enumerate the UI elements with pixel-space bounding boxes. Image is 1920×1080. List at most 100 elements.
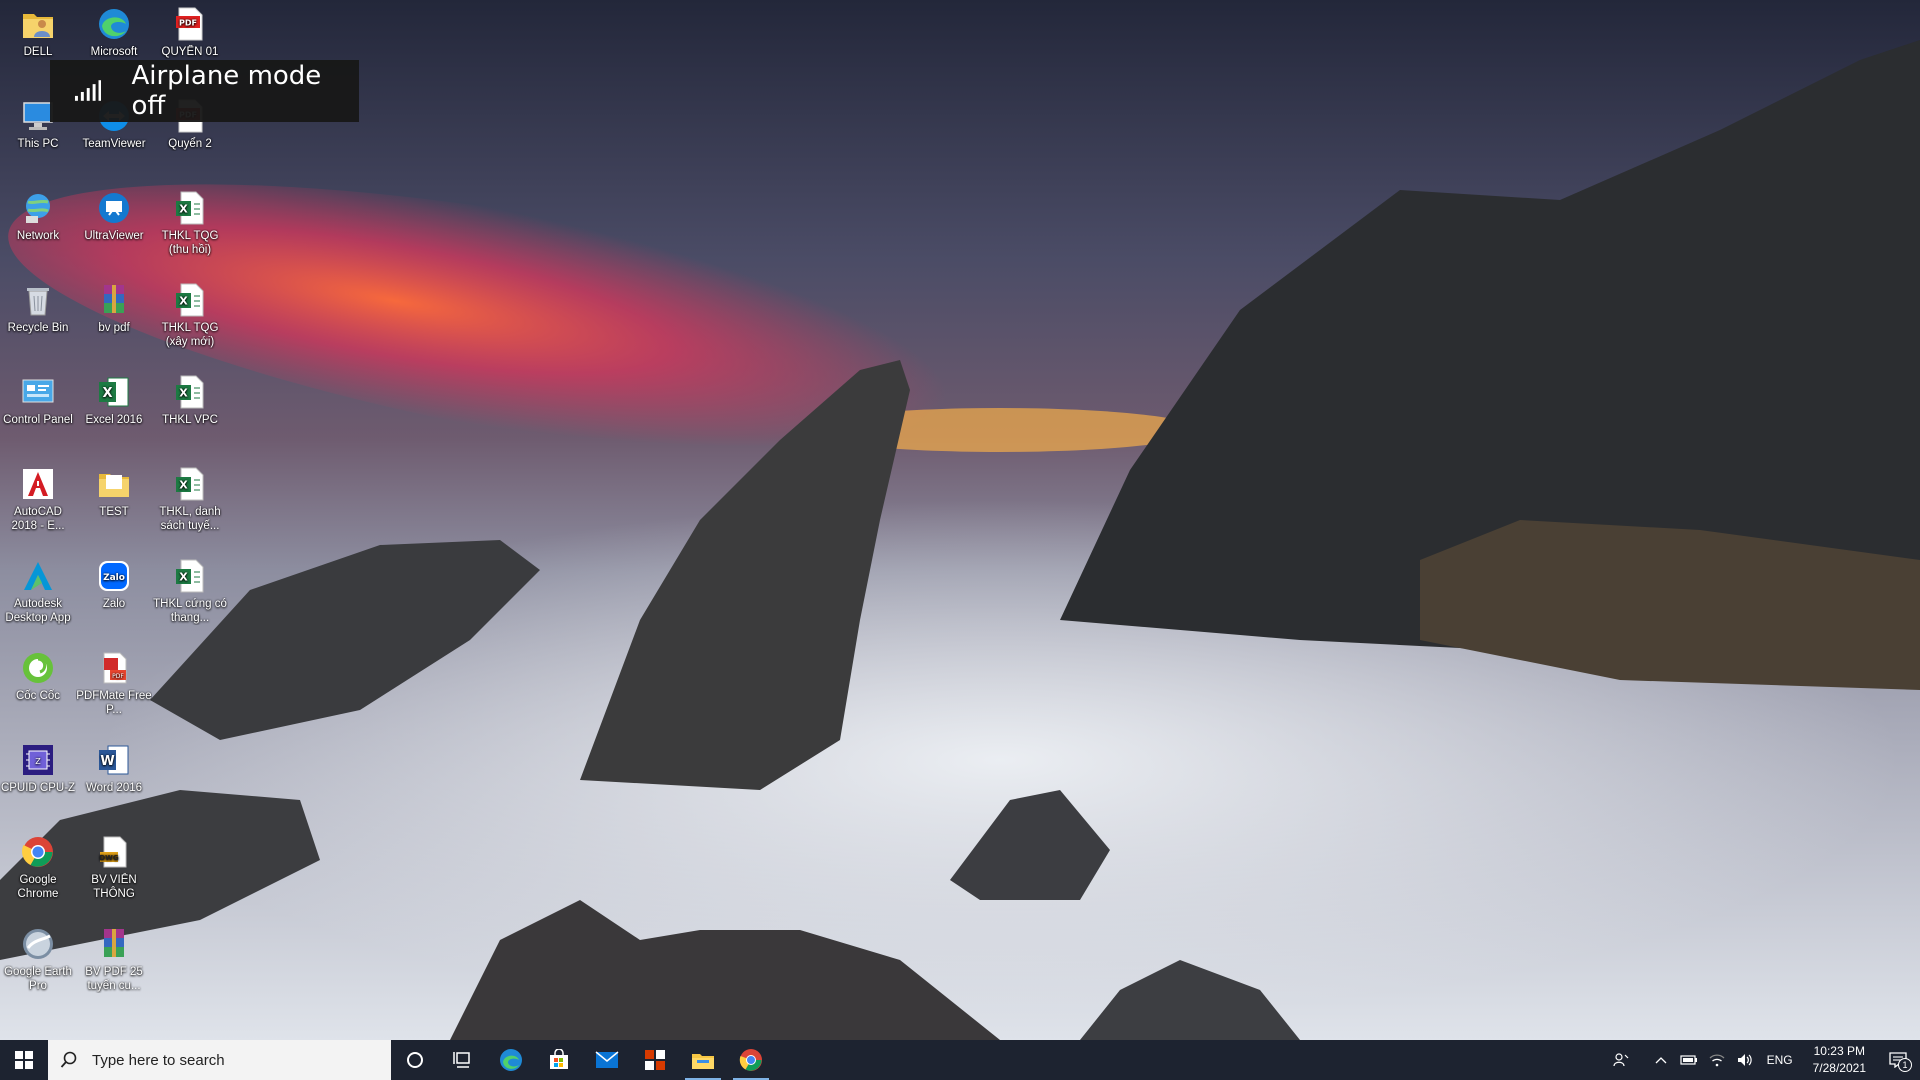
desktop-icon-label: Google Chrome <box>17 874 59 900</box>
desktop-icon-ultraviewer[interactable]: UltraViewer <box>76 188 152 243</box>
search-placeholder: Type here to search <box>92 1051 225 1069</box>
pdf-icon: PDF <box>172 6 208 42</box>
desktop-icon-label: Autodesk Desktop App <box>5 598 71 624</box>
desktop-icon-label: DELL <box>23 46 53 58</box>
desktop-icon-thkl-tqg-x-y-m-i[interactable]: X THKL TQG (xây mới) <box>152 280 228 349</box>
clock-date: 7/28/2021 <box>1812 1061 1866 1075</box>
people-icon <box>1612 1053 1629 1067</box>
task-view-button[interactable] <box>439 1040 487 1080</box>
action-center-button[interactable]: 1 <box>1878 1040 1918 1080</box>
desktop-icon-autocad-2018-e[interactable]: AutoCAD 2018 - E... <box>0 464 76 533</box>
desktop-icon-recycle-bin[interactable]: Recycle Bin <box>0 280 76 335</box>
desktop-icon-control-panel[interactable]: Control Panel <box>0 372 76 427</box>
desktop-icon-thkl-danh-s-ch-tuy[interactable]: X THKL, danh sách tuyế... <box>152 464 228 533</box>
word-icon: W <box>96 742 132 778</box>
winrar-icon <box>96 926 132 962</box>
clock[interactable]: 10:23 PM 7/28/2021 <box>1813 1043 1866 1077</box>
task-view-icon <box>453 1052 470 1068</box>
input-language[interactable]: ENG <box>1767 1053 1793 1067</box>
search-icon <box>60 1051 77 1068</box>
desktop-icon-label: Recycle Bin <box>7 322 69 334</box>
excel-file-icon: X <box>172 466 208 502</box>
chrome-icon <box>739 1049 762 1071</box>
desktop-icon-label: TEST <box>99 506 129 518</box>
store-taskbar-button[interactable] <box>535 1040 583 1080</box>
desktop-icon-word-2016[interactable]: W Word 2016 <box>76 740 152 795</box>
desktop-icon-label: Word 2016 <box>85 782 143 794</box>
show-hidden-icons-button[interactable] <box>1649 1040 1673 1080</box>
desktop-icon-autodesk-desktop-app[interactable]: Autodesk Desktop App <box>0 556 76 625</box>
desktop-icon-network[interactable]: Network <box>0 188 76 243</box>
chrome-icon <box>20 834 56 870</box>
desktop-icon-microsoft[interactable]: Microsoft <box>76 4 152 59</box>
dwg-file-icon: DWG <box>96 834 132 870</box>
desktop-icon-label: UltraViewer <box>84 230 144 242</box>
svg-text:X: X <box>179 387 188 400</box>
edge-taskbar-button[interactable] <box>487 1040 535 1080</box>
wifi-button[interactable] <box>1705 1040 1729 1080</box>
airplane-mode-notification: Airplane mode off <box>50 60 359 122</box>
desktop-icon-thkl-tqg-thu-h-i[interactable]: X THKL TQG (thu hồi) <box>152 188 228 257</box>
autocad-icon <box>20 466 56 502</box>
svg-text:X: X <box>179 479 188 492</box>
wifi-icon <box>1709 1054 1725 1067</box>
network-icon <box>20 190 56 226</box>
svg-text:PDF: PDF <box>179 19 197 28</box>
system-tray: ENG 10:23 PM 7/28/2021 1 <box>1607 1040 1920 1080</box>
desktop-icon-cpuid-cpu-z[interactable]: Z CPUID CPU-Z <box>0 740 76 795</box>
desktop-icon-thkl-vpc[interactable]: X THKL VPC <box>152 372 228 427</box>
edge-icon <box>500 1049 522 1071</box>
cortana-button[interactable] <box>391 1040 439 1080</box>
battery-icon <box>1679 1055 1697 1065</box>
desktop-icon-label: Control Panel <box>3 414 73 426</box>
office-taskbar-button[interactable] <box>631 1040 679 1080</box>
desktop-icon-label: Microsoft <box>90 46 138 58</box>
notification-text: Airplane mode off <box>131 61 322 121</box>
svg-text:Zalo: Zalo <box>103 573 125 583</box>
excel-icon: X <box>96 374 132 410</box>
desktop-icon-zalo[interactable]: Zalo Zalo <box>76 556 152 611</box>
file-explorer-taskbar-button[interactable] <box>679 1040 727 1080</box>
desktop-icon-test[interactable]: TEST <box>76 464 152 519</box>
desktop-icon-label: bv pdf <box>98 322 130 334</box>
desktop-icon-label: THKL cứng có thang... <box>153 598 227 624</box>
desktop-icon-pdfmate-free-p[interactable]: PDF PDFMate Free P... <box>76 648 152 717</box>
svg-text:W: W <box>100 754 114 769</box>
volume-button[interactable] <box>1733 1040 1757 1080</box>
svg-text:PDF: PDF <box>112 673 124 680</box>
desktop-icon-label: THKL, danh sách tuyế... <box>159 506 221 532</box>
desktop-icon-label: Network <box>16 230 60 242</box>
desktop-icon-quy-n-01[interactable]: PDF QUYỂN 01 <box>152 4 228 59</box>
chrome-taskbar-button[interactable] <box>727 1040 775 1080</box>
store-icon <box>550 1049 568 1069</box>
ultraviewer-icon <box>96 190 132 226</box>
desktop-icon-bv-pdf[interactable]: bv pdf <box>76 280 152 335</box>
svg-text:X: X <box>179 295 188 308</box>
chevron-up-icon <box>1655 1057 1667 1064</box>
start-button[interactable] <box>0 1040 48 1080</box>
desktop-icon-dell[interactable]: DELL <box>0 4 76 59</box>
desktop-icon-c-c-c-c[interactable]: Cốc Cốc <box>0 648 76 703</box>
desktop-icon-label: QUYỂN 01 <box>161 46 219 58</box>
people-button[interactable] <box>1609 1040 1633 1080</box>
notification-count-badge: 1 <box>1898 1058 1912 1072</box>
search-box[interactable]: Type here to search <box>48 1040 391 1080</box>
excel-file-icon: X <box>172 190 208 226</box>
taskbar: Type here to search ENG 10:23 PM 7/28/20… <box>0 1040 1920 1080</box>
desktop-icon-bv-pdf-25-tuy-n-cu[interactable]: BV PDF 25 tuyến cu... <box>76 924 152 993</box>
desktop-icon-google-chrome[interactable]: Google Chrome <box>0 832 76 901</box>
office-icon <box>645 1050 665 1070</box>
desktop-icon-label: BV PDF 25 tuyến cu... <box>85 966 143 992</box>
excel-file-icon: X <box>172 558 208 594</box>
desktop-icon-google-earth-pro[interactable]: Google Earth Pro <box>0 924 76 993</box>
clock-time: 10:23 PM <box>1813 1044 1865 1058</box>
desktop-icon-excel-2016[interactable]: X Excel 2016 <box>76 372 152 427</box>
desktop-icon-label: Quyển 2 <box>168 138 212 150</box>
coccoc-icon <box>20 650 56 686</box>
desktop-icon-bv-vi-n-th-ng[interactable]: DWG BV VIỄN THÔNG <box>76 832 152 901</box>
battery-button[interactable] <box>1677 1040 1701 1080</box>
google-earth-icon <box>20 926 56 962</box>
mail-taskbar-button[interactable] <box>583 1040 631 1080</box>
desktop-icon-thkl-c-ng-c-thang[interactable]: X THKL cứng có thang... <box>152 556 228 625</box>
speaker-icon <box>1737 1054 1752 1066</box>
